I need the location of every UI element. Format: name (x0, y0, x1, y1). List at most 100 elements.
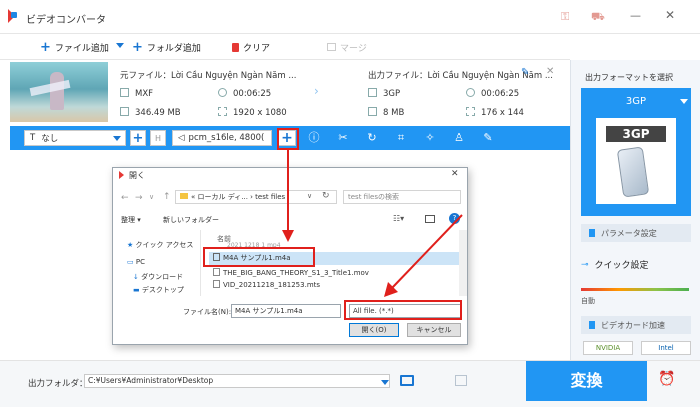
subtitle-value: なし (41, 134, 59, 144)
nav-desktop[interactable]: ▬ デスクトップ (133, 285, 184, 295)
search-placeholder: test filesの検索 (348, 193, 399, 201)
output-size: 8 MB (368, 107, 404, 118)
add-file-dropdown-icon[interactable] (116, 43, 124, 48)
format-dropdown-icon (680, 99, 688, 104)
search-input[interactable]: test filesの検索 (343, 190, 461, 204)
rotate-icon[interactable]: ↻ (364, 130, 380, 146)
app-logo-blue-icon (11, 12, 17, 18)
output-path-value: C:¥Users¥Administrator¥Desktop (88, 376, 214, 385)
minimize-button[interactable]: — (630, 9, 641, 22)
cut-icon[interactable]: ✂ (335, 130, 351, 146)
nav-quick-access[interactable]: ★ クイック アクセス (127, 240, 193, 250)
annotation-arrow-diagonal-line (391, 214, 463, 289)
gpu-accel-button[interactable]: ビデオカード加速 (581, 316, 691, 334)
desktop-icon: ▬ (133, 286, 142, 294)
folder-icon (180, 193, 188, 199)
source-file-row: 元ファイル：Lời Cầu Nguyện Ngàn Năm ... (120, 69, 296, 81)
effect-icon[interactable]: ✧ (422, 130, 438, 146)
crop-icon[interactable]: ⌗ (393, 130, 409, 146)
arrow-divider-icon: › (314, 84, 319, 98)
nav-pc-label: PC (135, 258, 145, 266)
parameter-settings-button[interactable]: パラメータ設定 (581, 224, 691, 242)
add-subtitle-button[interactable]: + (130, 130, 146, 146)
quick-settings-label: クイック設定 (594, 261, 649, 271)
quality-slider[interactable] (581, 288, 689, 291)
add-folder-label: フォルダ追加 (146, 43, 201, 54)
video-thumbnail[interactable] (10, 62, 108, 122)
history-dropdown-icon[interactable]: ∨ (149, 193, 154, 201)
forward-icon[interactable]: → (135, 193, 143, 203)
path-folder: test files (255, 193, 286, 201)
cart-icon[interactable]: ⛟ (591, 10, 605, 25)
output-filename: Lời Cầu Nguyện Ngàn Năm ... (427, 71, 553, 81)
format-selector[interactable]: 3GP 3GP (581, 88, 691, 216)
add-file-button[interactable]: + ファイル追加 (40, 34, 109, 60)
clear-button[interactable]: クリア (232, 34, 270, 60)
auto-label: 自動 (581, 297, 595, 305)
toolbar: + ファイル追加 + フォルダ追加 クリア マージ (0, 34, 570, 60)
audio-dropdown-icon[interactable] (263, 136, 271, 141)
filename-label: ファイル名(N): (183, 308, 232, 316)
format-icon (368, 88, 377, 97)
cancel-button[interactable]: キャンセル (407, 323, 461, 337)
source-resolution: 1920 x 1080 (218, 107, 287, 118)
clear-label: クリア (243, 43, 271, 54)
source-format: MXF (120, 88, 153, 99)
video-file-icon (213, 280, 220, 288)
filename-input[interactable]: M4A サンプル1.m4a (231, 304, 341, 318)
merge-button[interactable]: マージ (327, 34, 367, 60)
browse-folder-icon[interactable] (400, 375, 414, 386)
bottom-bar: 出力フォルダ： C:¥Users¥Administrator¥Desktop 変… (0, 360, 700, 407)
output-format-value: 3GP (383, 89, 401, 99)
source-size-value: 346.49 MB (135, 108, 181, 118)
nav-pc[interactable]: ▭ PC (127, 258, 145, 266)
close-button[interactable]: ✕ (665, 8, 675, 22)
info-icon[interactable]: ⓘ (306, 130, 322, 146)
nvidia-label: NVIDIA (595, 344, 621, 352)
dialog-app-icon (119, 171, 124, 179)
file-name: VID_20211218_181253.mts (223, 281, 321, 289)
source-resolution-value: 1920 x 1080 (233, 108, 287, 118)
add-folder-button[interactable]: + フォルダ追加 (132, 34, 201, 60)
clock-icon (466, 88, 475, 97)
refresh-icon[interactable]: ↻ (322, 191, 330, 201)
key-icon[interactable]: ⚿ (561, 10, 569, 24)
up-icon[interactable]: ↑ (163, 192, 171, 202)
remove-file-icon[interactable]: ✕ (546, 66, 554, 77)
nav-downloads[interactable]: ↓ ダウンロード (133, 272, 183, 282)
address-bar[interactable]: « ローカル ディ... › test files (175, 190, 337, 204)
download-icon: ↓ (133, 273, 142, 281)
watermark-icon[interactable]: ♙ (451, 130, 467, 146)
alarm-clock-icon[interactable]: ⏰ (658, 371, 675, 387)
resolution-icon (218, 107, 227, 116)
back-icon[interactable]: ← (121, 193, 129, 203)
dropdown-arrow-icon (113, 136, 121, 141)
open-button[interactable]: 開く(O) (349, 323, 399, 337)
plus-icon: + (132, 39, 143, 55)
dialog-close-button[interactable]: ✕ (451, 169, 459, 179)
edit-icon[interactable]: ✎ (480, 130, 496, 146)
path-prefix: « ローカル ディ... (191, 193, 248, 201)
open-output-folder-icon[interactable] (455, 375, 467, 386)
output-folder-input[interactable]: C:¥Users¥Administrator¥Desktop (84, 374, 390, 388)
output-folder-dropdown-icon[interactable] (381, 380, 389, 385)
edit-pencil-icon[interactable]: ✎ (521, 67, 529, 78)
convert-button[interactable]: 変換 (526, 361, 647, 401)
folder-icon (120, 107, 129, 116)
organize-menu[interactable]: 整理 ▾ (121, 215, 141, 225)
right-panel: 出力フォーマットを選択 3GP 3GP パラメータ設定 ⊸ クイック設定 自動 … (570, 60, 700, 360)
audio-track-select[interactable]: ◁ pcm_s16le, 4800( (172, 130, 272, 146)
quick-settings: ⊸ クイック設定 (581, 258, 649, 272)
hardsub-icon[interactable]: H (150, 130, 166, 146)
address-dropdown-icon[interactable]: ∨ (307, 192, 312, 200)
add-file-label: ファイル追加 (54, 43, 109, 54)
subtitle-select[interactable]: T なし (24, 130, 126, 146)
new-folder-button[interactable]: 新しいフォルダー (163, 215, 219, 225)
output-resolution-value: 176 x 144 (481, 108, 524, 118)
dialog-titlebar: 開く ✕ (113, 168, 467, 182)
source-format-value: MXF (135, 89, 154, 99)
nav-quick-access-label: クイック アクセス (135, 241, 194, 249)
intel-label: Intel (658, 344, 674, 352)
nav-desktop-label: デスクトップ (141, 286, 184, 294)
trash-icon (232, 42, 239, 52)
